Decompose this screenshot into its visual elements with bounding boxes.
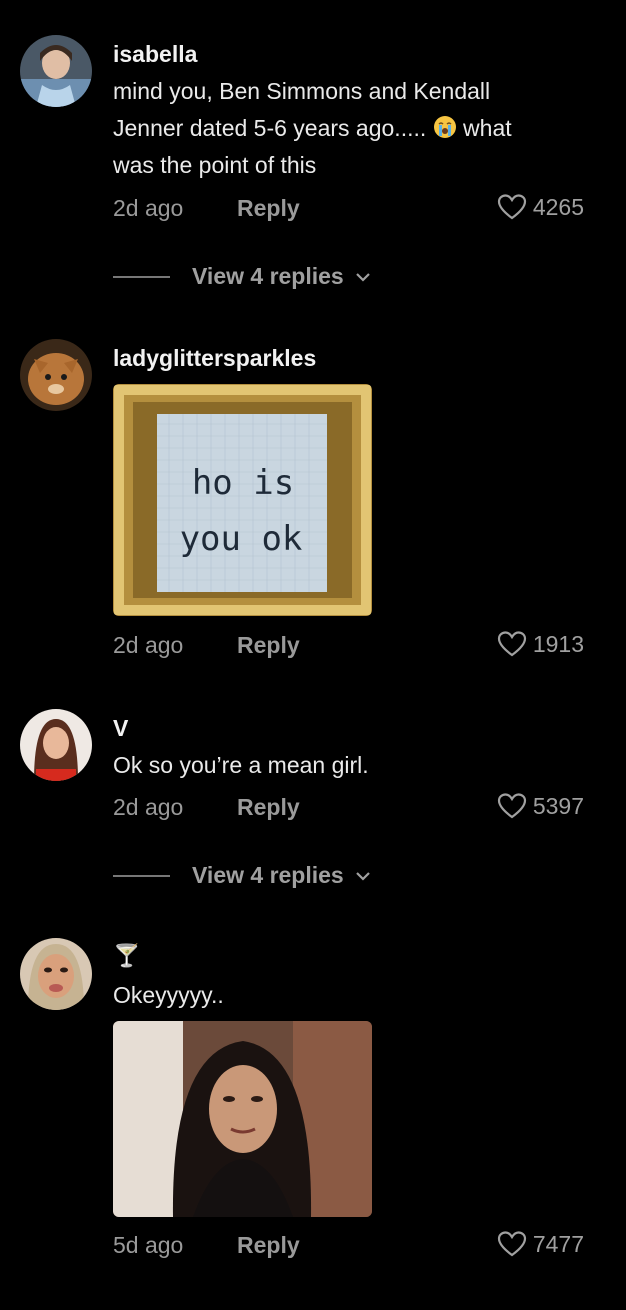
comment-username[interactable]: V xyxy=(113,715,128,742)
avatar[interactable] xyxy=(20,35,92,107)
heart-icon xyxy=(497,194,526,220)
like-button[interactable]: 4265 xyxy=(497,193,584,221)
like-count: 4265 xyxy=(532,193,584,220)
avatar[interactable] xyxy=(20,339,92,411)
comment-username[interactable]: ladyglittersparkles xyxy=(113,345,316,372)
like-button[interactable]: 5397 xyxy=(497,792,584,820)
avatar[interactable] xyxy=(20,938,92,1010)
image-caption: you ok xyxy=(180,519,303,559)
comment-time: 2d ago xyxy=(113,794,184,820)
avatar[interactable] xyxy=(20,709,92,781)
reply-button[interactable]: Reply xyxy=(237,195,300,222)
divider-line xyxy=(113,874,170,877)
reply-button[interactable]: Reply xyxy=(237,794,300,821)
comment-username[interactable]: 🍸 xyxy=(113,942,140,969)
heart-icon xyxy=(497,1231,526,1257)
like-button[interactable]: 1913 xyxy=(497,630,584,658)
like-count: 5397 xyxy=(532,792,584,819)
divider-line xyxy=(113,275,170,278)
image-caption: ho is xyxy=(192,463,294,503)
comment-image[interactable]: ho is you ok xyxy=(113,384,372,616)
like-button[interactable]: 7477 xyxy=(497,1230,584,1258)
loudly-crying-emoji-icon xyxy=(433,113,457,138)
view-replies-button[interactable]: View 4 replies xyxy=(113,263,372,290)
heart-icon xyxy=(497,793,526,819)
view-replies-button[interactable]: View 4 replies xyxy=(113,862,372,889)
like-count: 7477 xyxy=(532,1230,584,1257)
comment-text: Okeyyyyy.. xyxy=(113,982,224,1008)
reply-button[interactable]: Reply xyxy=(237,632,300,659)
comment-username[interactable]: isabella xyxy=(113,41,197,68)
comment-time: 2d ago xyxy=(113,632,184,658)
chevron-down-icon xyxy=(355,871,370,881)
comment-image[interactable] xyxy=(113,1021,372,1217)
reply-button[interactable]: Reply xyxy=(237,1232,300,1259)
comment-text: mind you, Ben Simmons and Kendall Jenner… xyxy=(113,78,512,178)
chevron-down-icon xyxy=(355,272,370,282)
comment-text: Ok so you’re a mean girl. xyxy=(113,752,369,778)
comment-time: 5d ago xyxy=(113,1232,184,1258)
like-count: 1913 xyxy=(532,630,584,657)
cocktail-emoji-icon: 🍸 xyxy=(113,943,141,968)
heart-icon xyxy=(497,631,526,657)
comment-time: 2d ago xyxy=(113,195,184,221)
